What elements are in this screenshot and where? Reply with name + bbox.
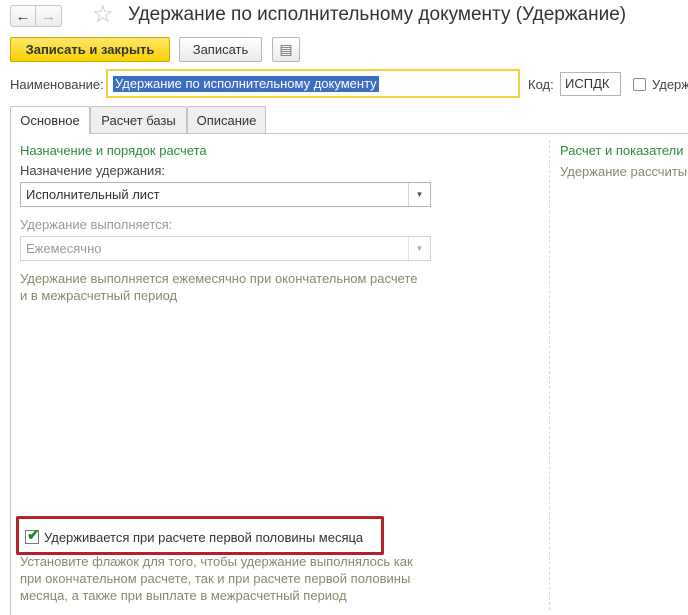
- tab-description[interactable]: Описание: [187, 106, 266, 133]
- tab-base-calculation[interactable]: Расчет базы: [90, 106, 187, 133]
- first-half-hint-line: Установите флажок для того, чтобы удержа…: [20, 554, 413, 569]
- first-half-checkbox[interactable]: ✔: [25, 527, 40, 544]
- list-icon: ▤: [279, 41, 293, 57]
- first-half-hint: Установите флажок для того, чтобы удержа…: [20, 553, 413, 604]
- first-half-checkbox-label[interactable]: Удерживается при расчете первой половины…: [44, 530, 363, 545]
- save-and-close-button[interactable]: Записать и закрыть: [10, 37, 170, 62]
- code-input[interactable]: ИСПДК: [560, 72, 621, 96]
- tab-panel-left-border: [10, 133, 11, 615]
- dropdown-arrow-icon[interactable]: ▼: [408, 183, 430, 206]
- checkmark-icon: ✔: [27, 527, 40, 544]
- arrow-right-icon: →: [41, 7, 56, 25]
- arrow-left-icon: ←: [15, 7, 31, 25]
- code-label: Код:: [528, 77, 554, 92]
- dropdown-arrow-icon: ▼: [408, 237, 430, 260]
- purpose-select-value: Исполнительный лист: [26, 187, 160, 202]
- back-button[interactable]: ←: [10, 5, 36, 27]
- right-checkbox[interactable]: [633, 78, 646, 91]
- name-value: Удержание по исполнительному документу: [113, 76, 379, 92]
- name-input[interactable]: Удержание по исполнительному документу: [106, 69, 520, 98]
- right-checkbox-label: Удерж: [652, 77, 688, 92]
- performed-hint-line: Удержание выполняется ежемесячно при око…: [20, 271, 418, 286]
- purpose-label: Назначение удержания:: [20, 163, 165, 178]
- name-label: Наименование:: [10, 77, 104, 92]
- performed-hint-line: и в межрасчетный период: [20, 288, 178, 303]
- save-button[interactable]: Записать: [179, 37, 262, 62]
- performed-label: Удержание выполняется:: [20, 217, 173, 232]
- tab-main[interactable]: Основное: [10, 106, 90, 134]
- performed-select: Ежемесячно ▼: [20, 236, 431, 261]
- section-title-calculation: Расчет и показатели: [560, 143, 684, 158]
- tab-panel-border: [10, 133, 688, 134]
- window-title: Удержание по исполнительному документу (…: [128, 4, 627, 25]
- performed-hint: Удержание выполняется ежемесячно при око…: [20, 270, 417, 304]
- first-half-hint-line: при окончательном расчете, так и при рас…: [20, 571, 411, 586]
- column-divider: [549, 140, 550, 610]
- favorite-star-icon[interactable]: ☆: [92, 2, 114, 28]
- section-title-purpose: Назначение и порядок расчета: [20, 143, 207, 158]
- forward-button[interactable]: →: [36, 5, 62, 27]
- purpose-select[interactable]: Исполнительный лист ▼: [20, 182, 431, 207]
- first-half-hint-line: месяца, а также при выплате в межрасчетн…: [20, 588, 347, 603]
- more-actions-button[interactable]: ▤: [272, 37, 300, 62]
- performed-select-value: Ежемесячно: [26, 241, 102, 256]
- calculation-hint: Удержание рассчиты: [560, 164, 688, 179]
